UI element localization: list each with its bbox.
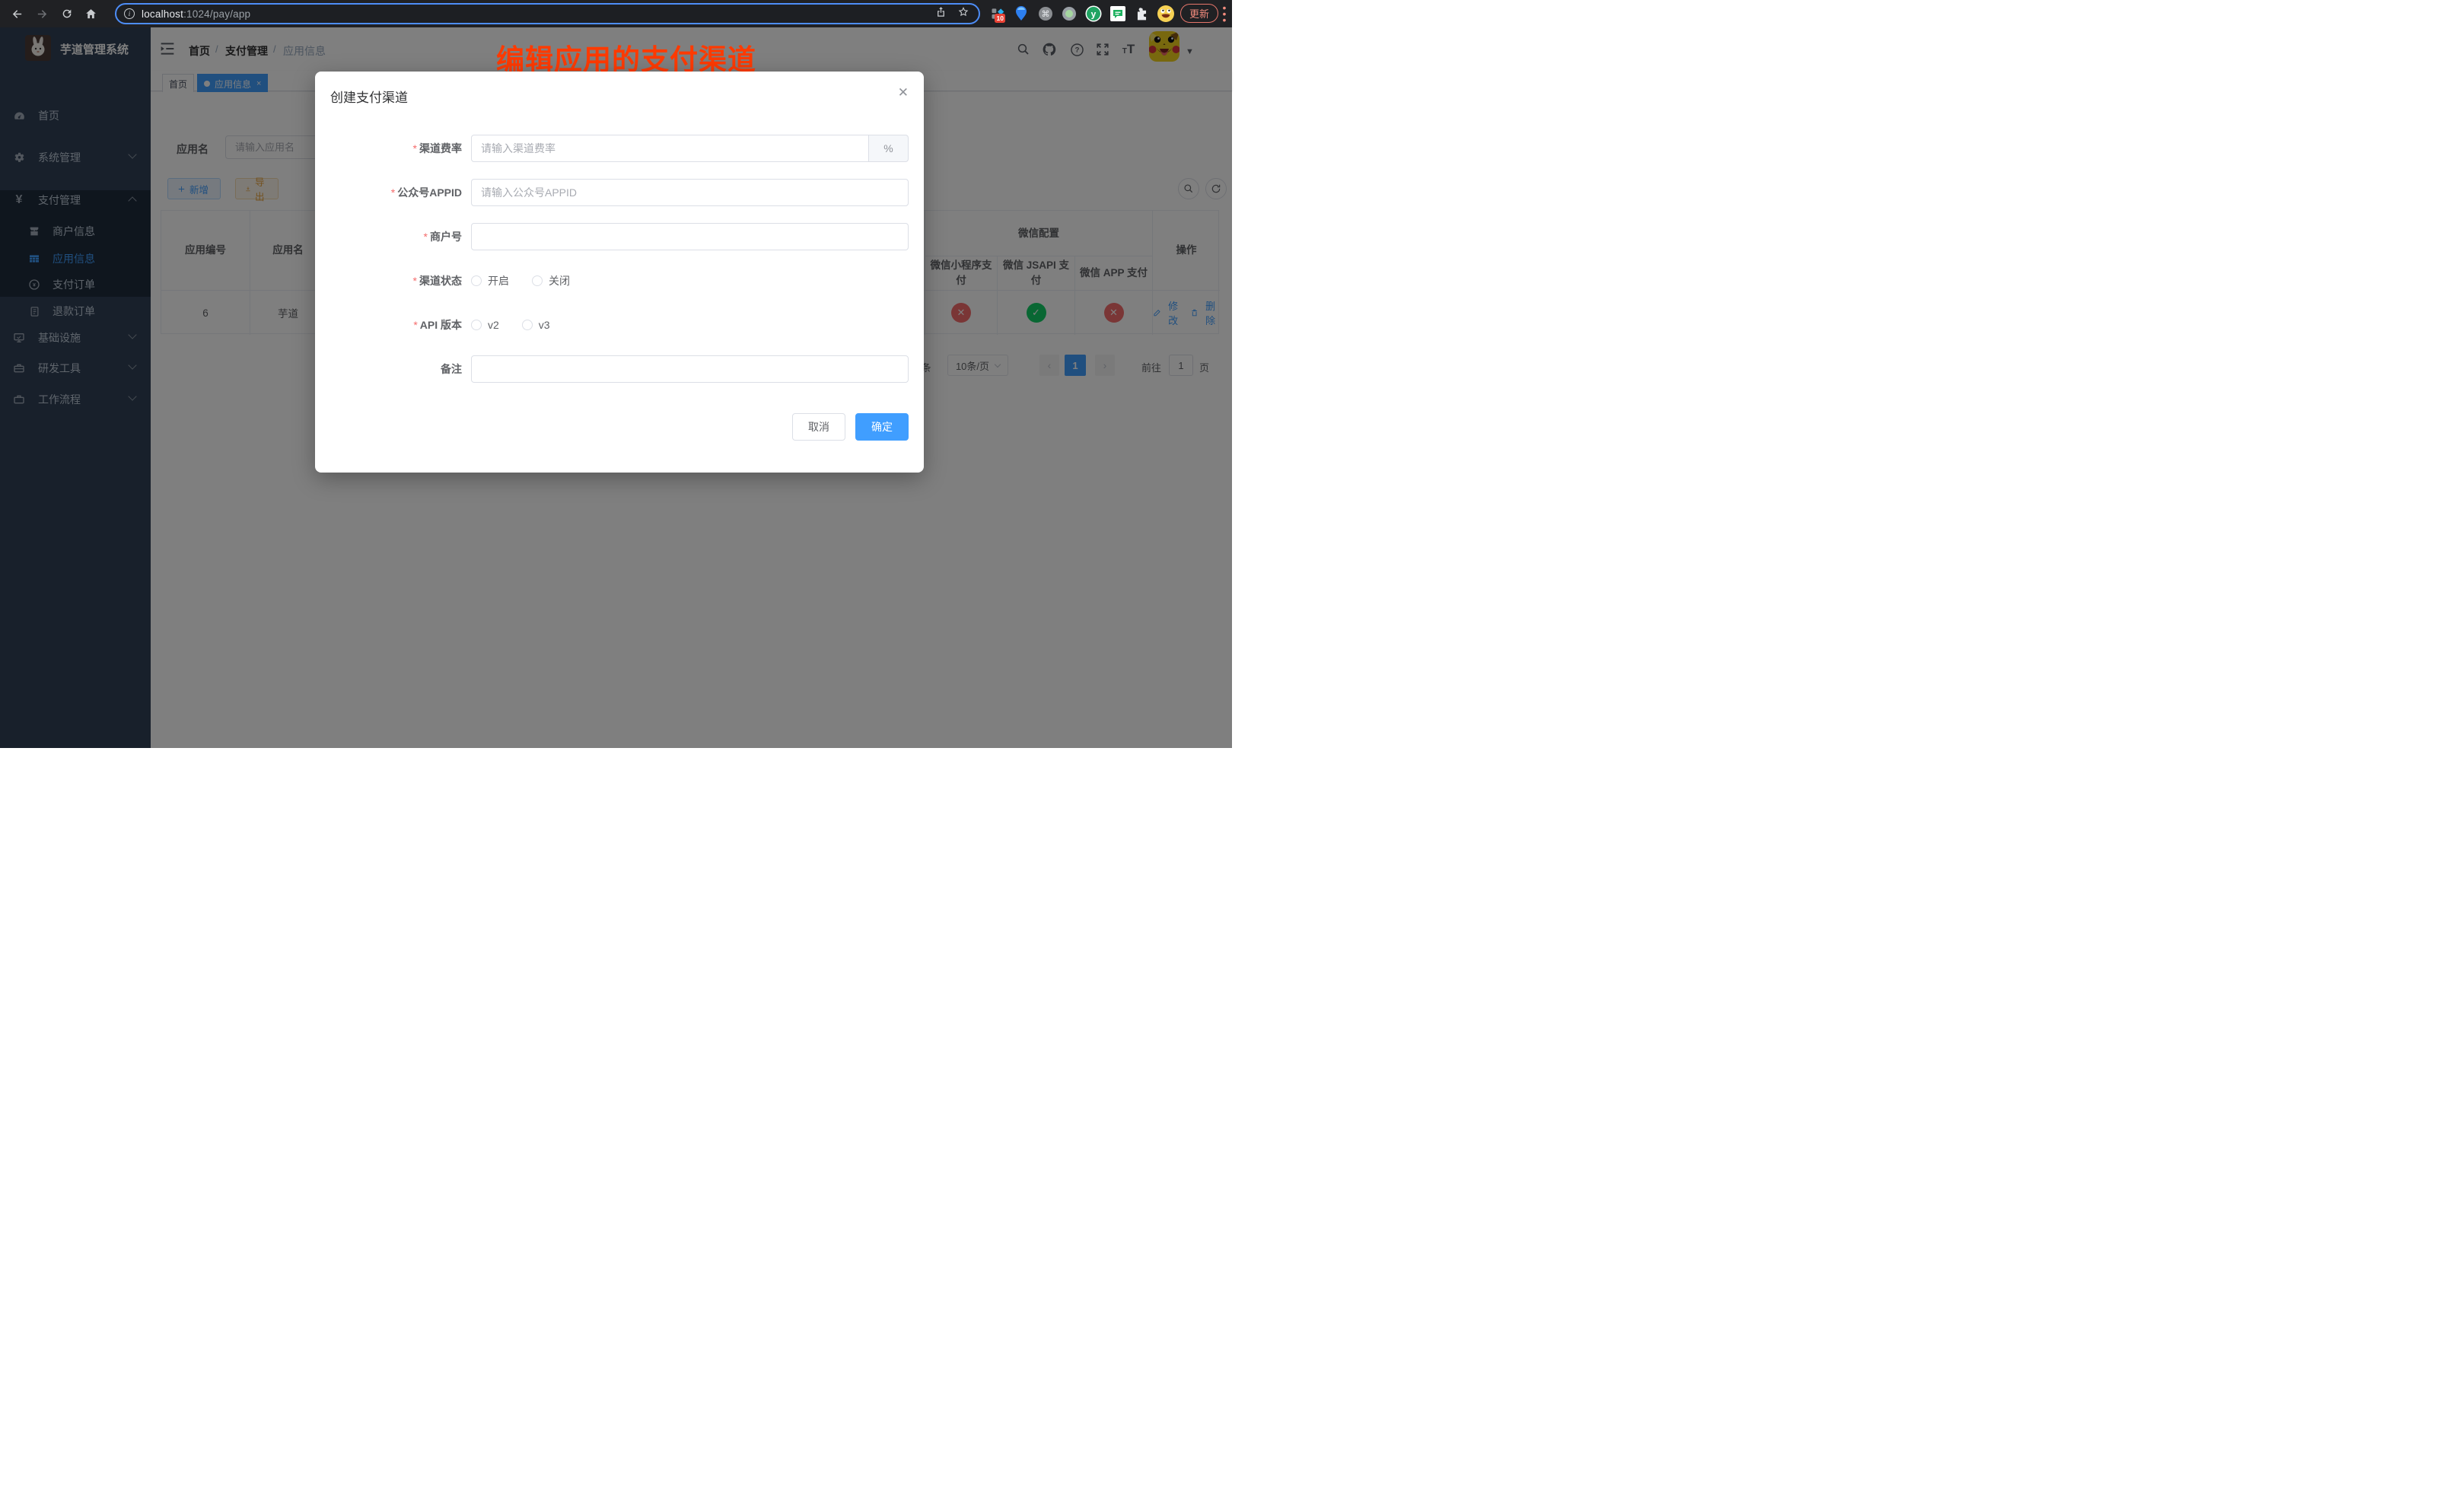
browser-menu-icon[interactable]: ••• xyxy=(1219,5,1230,23)
browser-back-icon[interactable] xyxy=(9,6,24,21)
radio-v2[interactable]: v2 xyxy=(471,319,499,331)
appid-input[interactable] xyxy=(471,179,909,206)
browser-home-icon[interactable] xyxy=(83,6,98,21)
extension-balloon-icon[interactable] xyxy=(1012,5,1030,23)
radio-circle-icon xyxy=(471,275,482,286)
form-item-status: *渠道状态 开启 关闭 xyxy=(330,267,909,294)
rate-input[interactable] xyxy=(471,135,869,162)
browser-reload-icon[interactable] xyxy=(59,6,75,21)
extension-chat-icon[interactable] xyxy=(1109,5,1127,23)
required-asterisk: * xyxy=(424,231,428,243)
create-channel-dialog: 创建支付渠道 ✕ *渠道费率 % *公众号APPID *商户号 *渠道状态 开启… xyxy=(315,72,924,473)
extension-record-icon[interactable] xyxy=(1060,5,1078,23)
api-radio-group: v2 v3 xyxy=(471,319,909,331)
radio-circle-icon xyxy=(532,275,543,286)
extension-y-icon[interactable]: y xyxy=(1084,5,1103,23)
percent-suffix: % xyxy=(869,135,909,162)
browser-update-button[interactable]: 更新 xyxy=(1180,4,1218,23)
appid-label: *公众号APPID xyxy=(330,185,471,200)
form-item-mch: *商户号 xyxy=(330,223,909,250)
radio-circle-icon xyxy=(471,320,482,330)
svg-text:y: y xyxy=(1091,9,1097,20)
remark-label: 备注 xyxy=(330,361,471,377)
page-info-icon[interactable]: i xyxy=(124,8,135,19)
status-radio-group: 开启 关闭 xyxy=(471,273,909,288)
rate-label: *渠道费率 xyxy=(330,141,471,156)
radio-disabled[interactable]: 关闭 xyxy=(532,273,570,288)
form-item-rate: *渠道费率 % xyxy=(330,135,909,162)
radio-circle-icon xyxy=(522,320,533,330)
extension-badge: 10 xyxy=(995,14,1005,23)
confirm-button[interactable]: 确定 xyxy=(855,413,909,441)
extension-tab-manager-icon[interactable]: 10 xyxy=(988,5,1007,23)
extension-command-icon[interactable]: ⌘ xyxy=(1036,5,1055,23)
status-label: *渠道状态 xyxy=(330,273,471,288)
channel-form: *渠道费率 % *公众号APPID *商户号 *渠道状态 开启 关闭 *API … xyxy=(330,106,909,441)
browser-forward-icon[interactable] xyxy=(34,6,49,21)
api-version-label: *API 版本 xyxy=(330,317,471,333)
mch-input[interactable] xyxy=(471,223,909,250)
dialog-footer: 取消 确定 xyxy=(330,413,909,441)
svg-text:⌘: ⌘ xyxy=(1042,10,1050,19)
browser-profile-avatar[interactable] xyxy=(1157,5,1175,23)
form-item-appid: *公众号APPID xyxy=(330,179,909,206)
radio-v3[interactable]: v3 xyxy=(522,319,550,331)
form-item-api-version: *API 版本 v2 v3 xyxy=(330,311,909,339)
required-asterisk: * xyxy=(391,186,395,199)
dialog-close-icon[interactable]: ✕ xyxy=(898,85,909,100)
required-asterisk: * xyxy=(413,319,417,331)
radio-enabled[interactable]: 开启 xyxy=(471,273,509,288)
form-item-remark: 备注 xyxy=(330,355,909,383)
cancel-button[interactable]: 取消 xyxy=(792,413,845,441)
required-asterisk: * xyxy=(413,275,417,287)
dialog-title: 创建支付渠道 xyxy=(330,87,909,106)
browser-toolbar: i localhost:1024/pay/app 10 ⌘ y xyxy=(0,0,1232,27)
url-text: localhost:1024/pay/app xyxy=(142,8,250,20)
remark-input[interactable] xyxy=(471,355,909,383)
share-icon[interactable] xyxy=(935,6,947,21)
extensions-puzzle-icon[interactable] xyxy=(1132,5,1151,23)
address-bar[interactable]: i localhost:1024/pay/app xyxy=(115,3,980,24)
bookmark-star-icon[interactable] xyxy=(957,6,969,22)
mch-label: *商户号 xyxy=(330,229,471,244)
required-asterisk: * xyxy=(413,142,417,154)
